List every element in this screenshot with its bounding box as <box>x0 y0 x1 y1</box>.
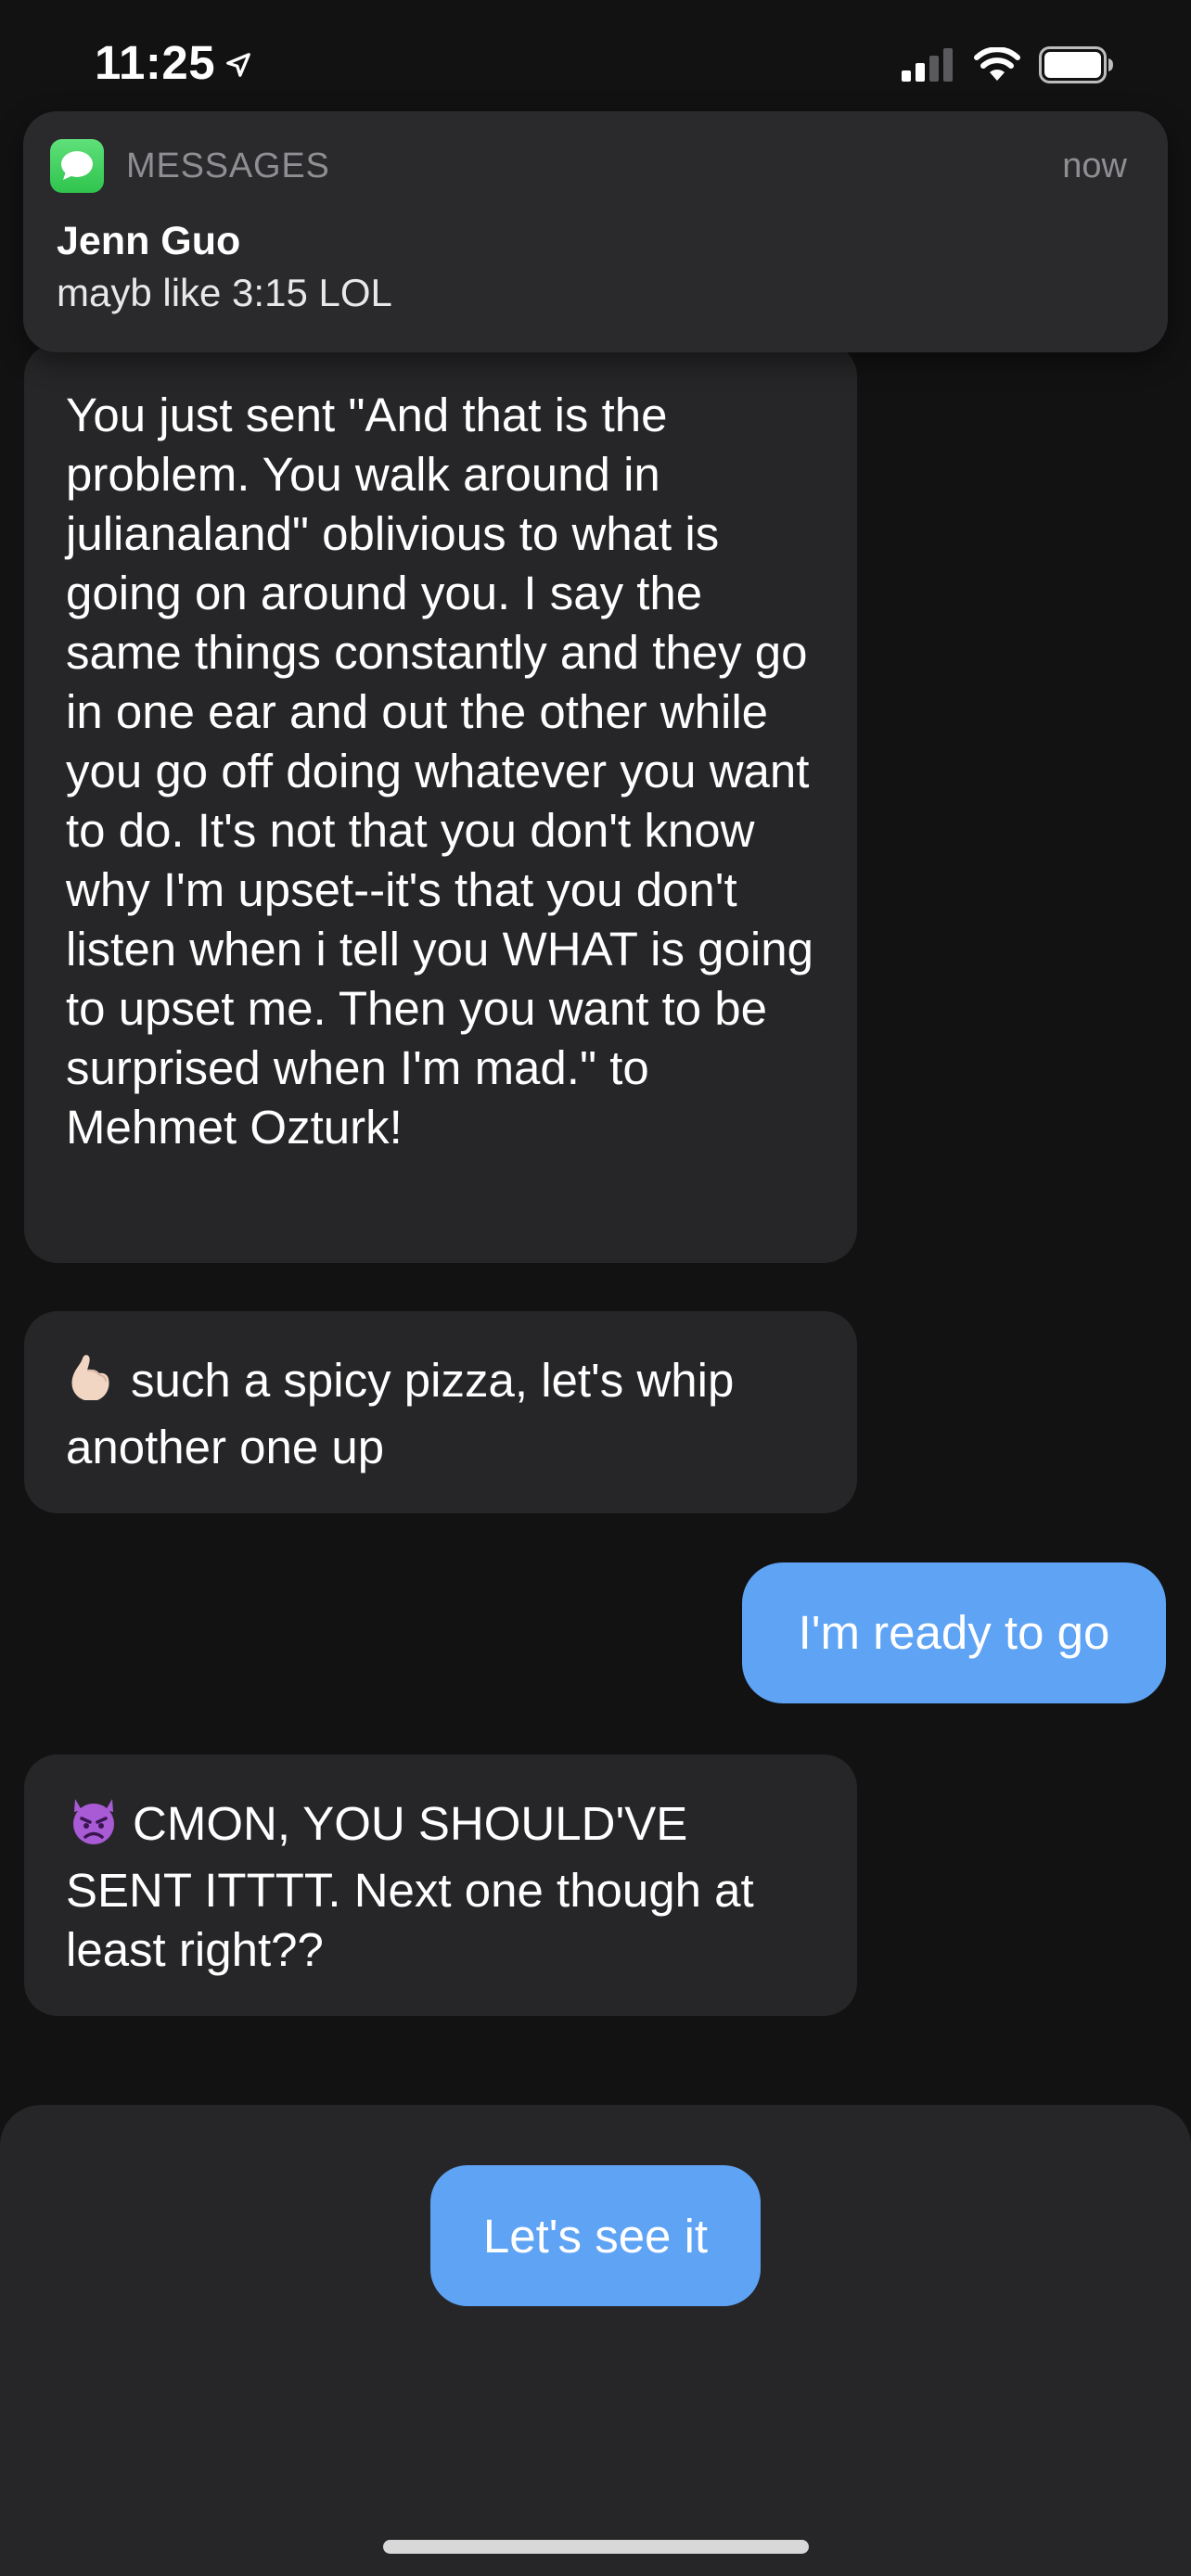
pinched-fingers-emoji-icon <box>66 1350 120 1418</box>
messages-icon <box>50 139 104 193</box>
message-bubble-outgoing[interactable]: I'm ready to go <box>742 1562 1166 1703</box>
angry-devil-emoji-icon <box>66 1793 122 1861</box>
suggested-reply-button[interactable]: Let's see it <box>430 2165 761 2306</box>
message-text: CMON, YOU SHOULD'VE SENT ITTTT. Next one… <box>66 1797 754 1976</box>
message-text: You just sent "And that is the problem. … <box>66 389 813 1154</box>
notification-sender: Jenn Guo <box>57 219 241 263</box>
notification-body: mayb like 3:15 LOL <box>57 271 392 314</box>
wifi-icon <box>974 46 1020 87</box>
status-time-group: 11:25 <box>95 35 252 90</box>
message-bubble-incoming[interactable]: CMON, YOU SHOULD'VE SENT ITTTT. Next one… <box>24 1754 857 2016</box>
home-indicator[interactable] <box>383 2540 809 2554</box>
notification-app-name: MESSAGES <box>126 147 330 185</box>
message-bubble-incoming[interactable]: such a spicy pizza, let's whip another o… <box>24 1311 857 1513</box>
notification-banner[interactable]: MESSAGES now Jenn Guo mayb like 3:15 LOL <box>23 111 1168 352</box>
location-arrow-icon <box>224 35 252 90</box>
message-text: I'm ready to go <box>798 1606 1110 1659</box>
status-time: 11:25 <box>95 36 216 89</box>
message-bubble-incoming[interactable]: You just sent "And that is the problem. … <box>24 343 857 1263</box>
message-text: such a spicy pizza, let's whip another o… <box>66 1354 735 1473</box>
status-bar: 11:25 <box>0 0 1191 130</box>
status-icons <box>902 46 1115 88</box>
cellular-signal-icon <box>902 48 955 86</box>
notification-time: now <box>1062 147 1127 185</box>
battery-icon <box>1039 46 1115 88</box>
